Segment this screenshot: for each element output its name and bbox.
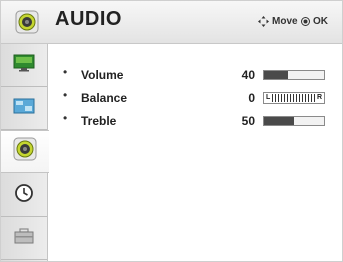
ok-hint-label: OK [313, 16, 328, 27]
treble-slider[interactable] [263, 116, 325, 126]
tv-screen-icon [13, 54, 35, 77]
sidebar-item-picture[interactable] [1, 44, 47, 87]
sidebar-item-setup[interactable] [1, 217, 47, 260]
volume-slider-fill [264, 71, 288, 79]
move-arrows-icon [258, 16, 269, 27]
volume-label: Volume [81, 68, 124, 82]
balance-right-letter: R [316, 94, 322, 101]
treble-label: Treble [81, 114, 117, 128]
speaker-icon [15, 10, 39, 34]
sidebar-item-time[interactable] [1, 174, 47, 217]
setting-row-volume[interactable]: • Volume 40 [49, 64, 342, 86]
balance-slider[interactable]: L R [263, 92, 325, 104]
category-sidebar [1, 44, 49, 261]
balance-left-letter: L [266, 94, 271, 101]
speaker-icon [13, 137, 37, 166]
page-title: AUDIO [55, 8, 122, 30]
clock-icon [14, 183, 34, 208]
bullet: • [63, 65, 68, 79]
treble-value: 50 [241, 114, 255, 128]
audio-menu-window: AUDIO Move OK • Volume 40 • Balance 0 L … [0, 0, 343, 262]
volume-slider[interactable] [263, 70, 325, 80]
balance-value: 0 [248, 91, 255, 105]
ok-button-icon [301, 17, 310, 26]
bullet: • [63, 111, 68, 125]
header-bar: AUDIO Move OK [1, 1, 342, 44]
volume-value: 40 [241, 68, 255, 82]
settings-panel: • Volume 40 • Balance 0 L R • Treble 50 [49, 44, 342, 261]
balance-label: Balance [81, 91, 128, 105]
bullet: • [63, 88, 68, 102]
screen-settings-icon [13, 97, 35, 120]
move-hint-label: Move [272, 16, 298, 27]
sidebar-item-audio[interactable] [1, 130, 49, 173]
setting-row-treble[interactable]: • Treble 50 [49, 110, 342, 132]
setting-row-balance[interactable]: • Balance 0 L R [49, 87, 342, 109]
balance-ticks [272, 94, 316, 102]
move-hint: Move [258, 16, 298, 27]
ok-hint: OK [301, 16, 328, 27]
treble-slider-fill [264, 117, 294, 125]
sidebar-item-option[interactable] [1, 87, 47, 130]
toolbox-icon [13, 227, 35, 250]
